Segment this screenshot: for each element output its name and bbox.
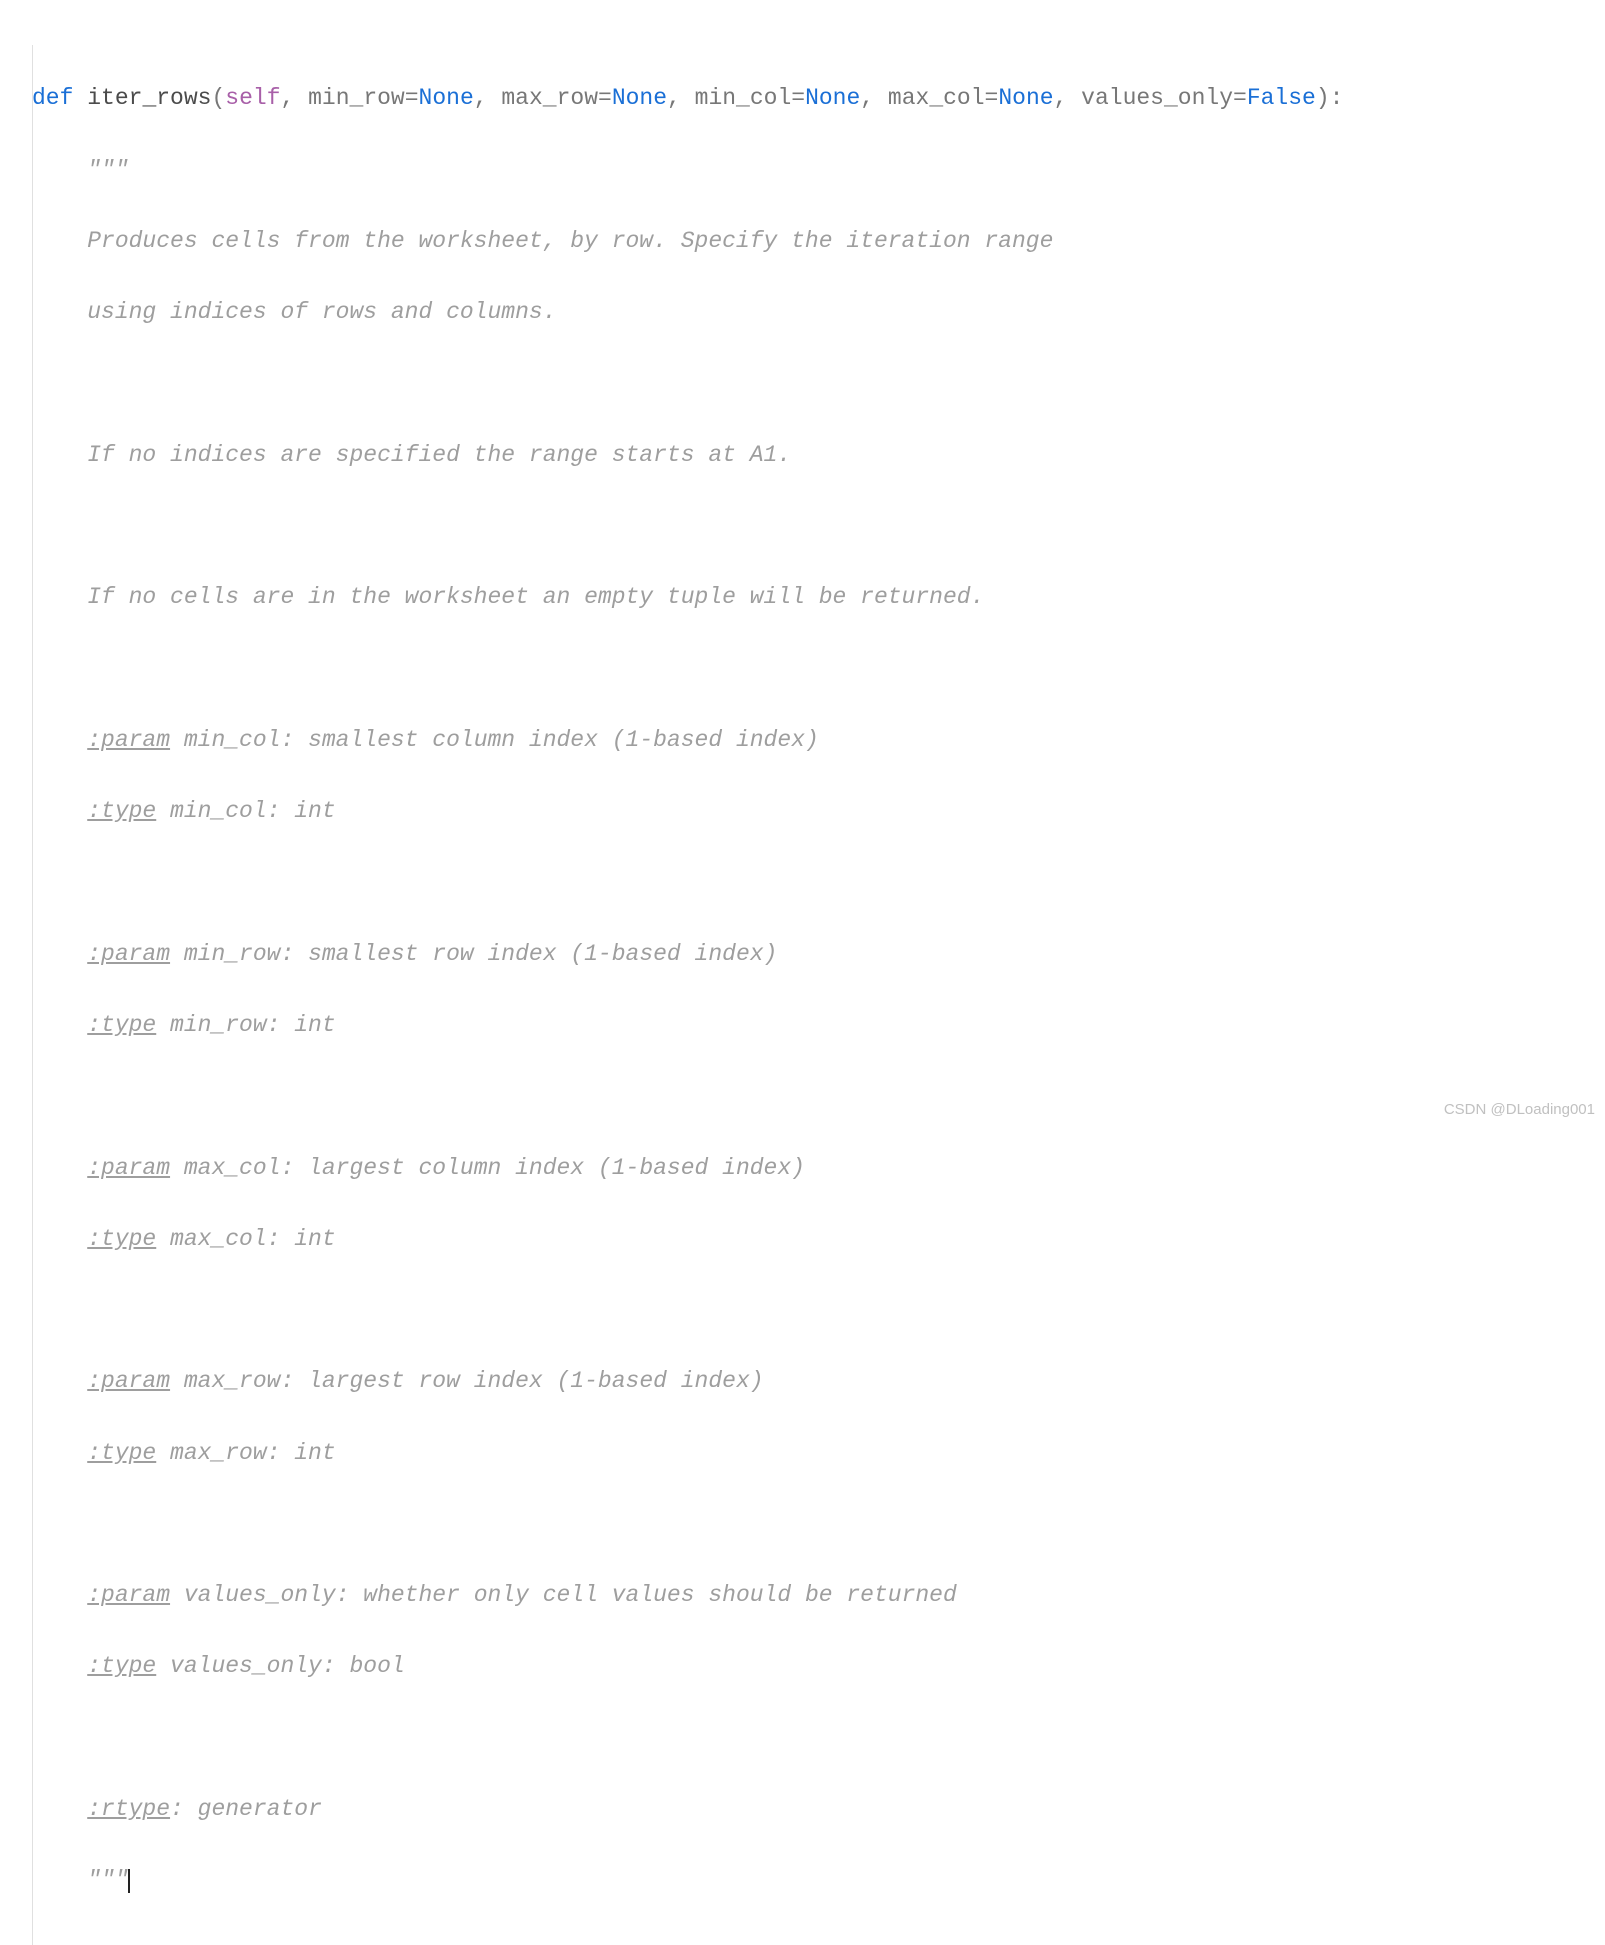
docstring-line: If no indices are specified the range st… xyxy=(32,438,1605,474)
self-param: self xyxy=(225,85,280,111)
docstring-param-values-only: :param values_only: whether only cell va… xyxy=(32,1578,1605,1614)
indent-guide xyxy=(32,45,33,1945)
docstring-line: Produces cells from the worksheet, by ro… xyxy=(32,224,1605,260)
docstring-blank xyxy=(32,652,1605,688)
docstring-param-min-col: :param min_col: smallest column index (1… xyxy=(32,723,1605,759)
docstring-close: """ xyxy=(32,1863,1605,1899)
none-literal: None xyxy=(998,85,1053,111)
docstring-line: If no cells are in the worksheet an empt… xyxy=(32,580,1605,616)
param-max-col: max_col xyxy=(888,85,985,111)
docstring-blank xyxy=(32,1079,1605,1115)
code-editor[interactable]: def iter_rows(self, min_row=None, max_ro… xyxy=(0,0,1605,1945)
none-literal: None xyxy=(419,85,474,111)
docstring-type-min-row: :type min_row: int xyxy=(32,1008,1605,1044)
docstring-blank xyxy=(32,366,1605,402)
code-line-def: def iter_rows(self, min_row=None, max_ro… xyxy=(32,81,1605,117)
docstring-param-max-col: :param max_col: largest column index (1-… xyxy=(32,1151,1605,1187)
param-values-only: values_only xyxy=(1081,85,1233,111)
docstring-type-max-row: :type max_row: int xyxy=(32,1436,1605,1472)
false-literal: False xyxy=(1247,85,1316,111)
keyword-def: def xyxy=(32,85,73,111)
docstring-blank xyxy=(32,1293,1605,1329)
docstring-type-values-only: :type values_only: bool xyxy=(32,1649,1605,1685)
text-cursor xyxy=(128,1869,130,1893)
docstring-line: using indices of rows and columns. xyxy=(32,295,1605,331)
none-literal: None xyxy=(805,85,860,111)
docstring-type-min-col: :type min_col: int xyxy=(32,794,1605,830)
docstring-blank xyxy=(32,1721,1605,1757)
docstring-rtype: :rtype: generator xyxy=(32,1792,1605,1828)
docstring-blank xyxy=(32,1507,1605,1543)
none-literal: None xyxy=(612,85,667,111)
function-name: iter_rows xyxy=(87,85,211,111)
docstring-param-min-row: :param min_row: smallest row index (1-ba… xyxy=(32,937,1605,973)
param-max-row: max_row xyxy=(501,85,598,111)
docstring-type-max-col: :type max_col: int xyxy=(32,1222,1605,1258)
docstring-param-max-row: :param max_row: largest row index (1-bas… xyxy=(32,1364,1605,1400)
docstring-blank xyxy=(32,509,1605,545)
param-min-col: min_col xyxy=(695,85,792,111)
docstring-blank xyxy=(32,865,1605,901)
docstring-open: """ xyxy=(32,153,1605,189)
watermark-label: CSDN @DLoading001 xyxy=(1444,1098,1595,1121)
param-min-row: min_row xyxy=(308,85,405,111)
